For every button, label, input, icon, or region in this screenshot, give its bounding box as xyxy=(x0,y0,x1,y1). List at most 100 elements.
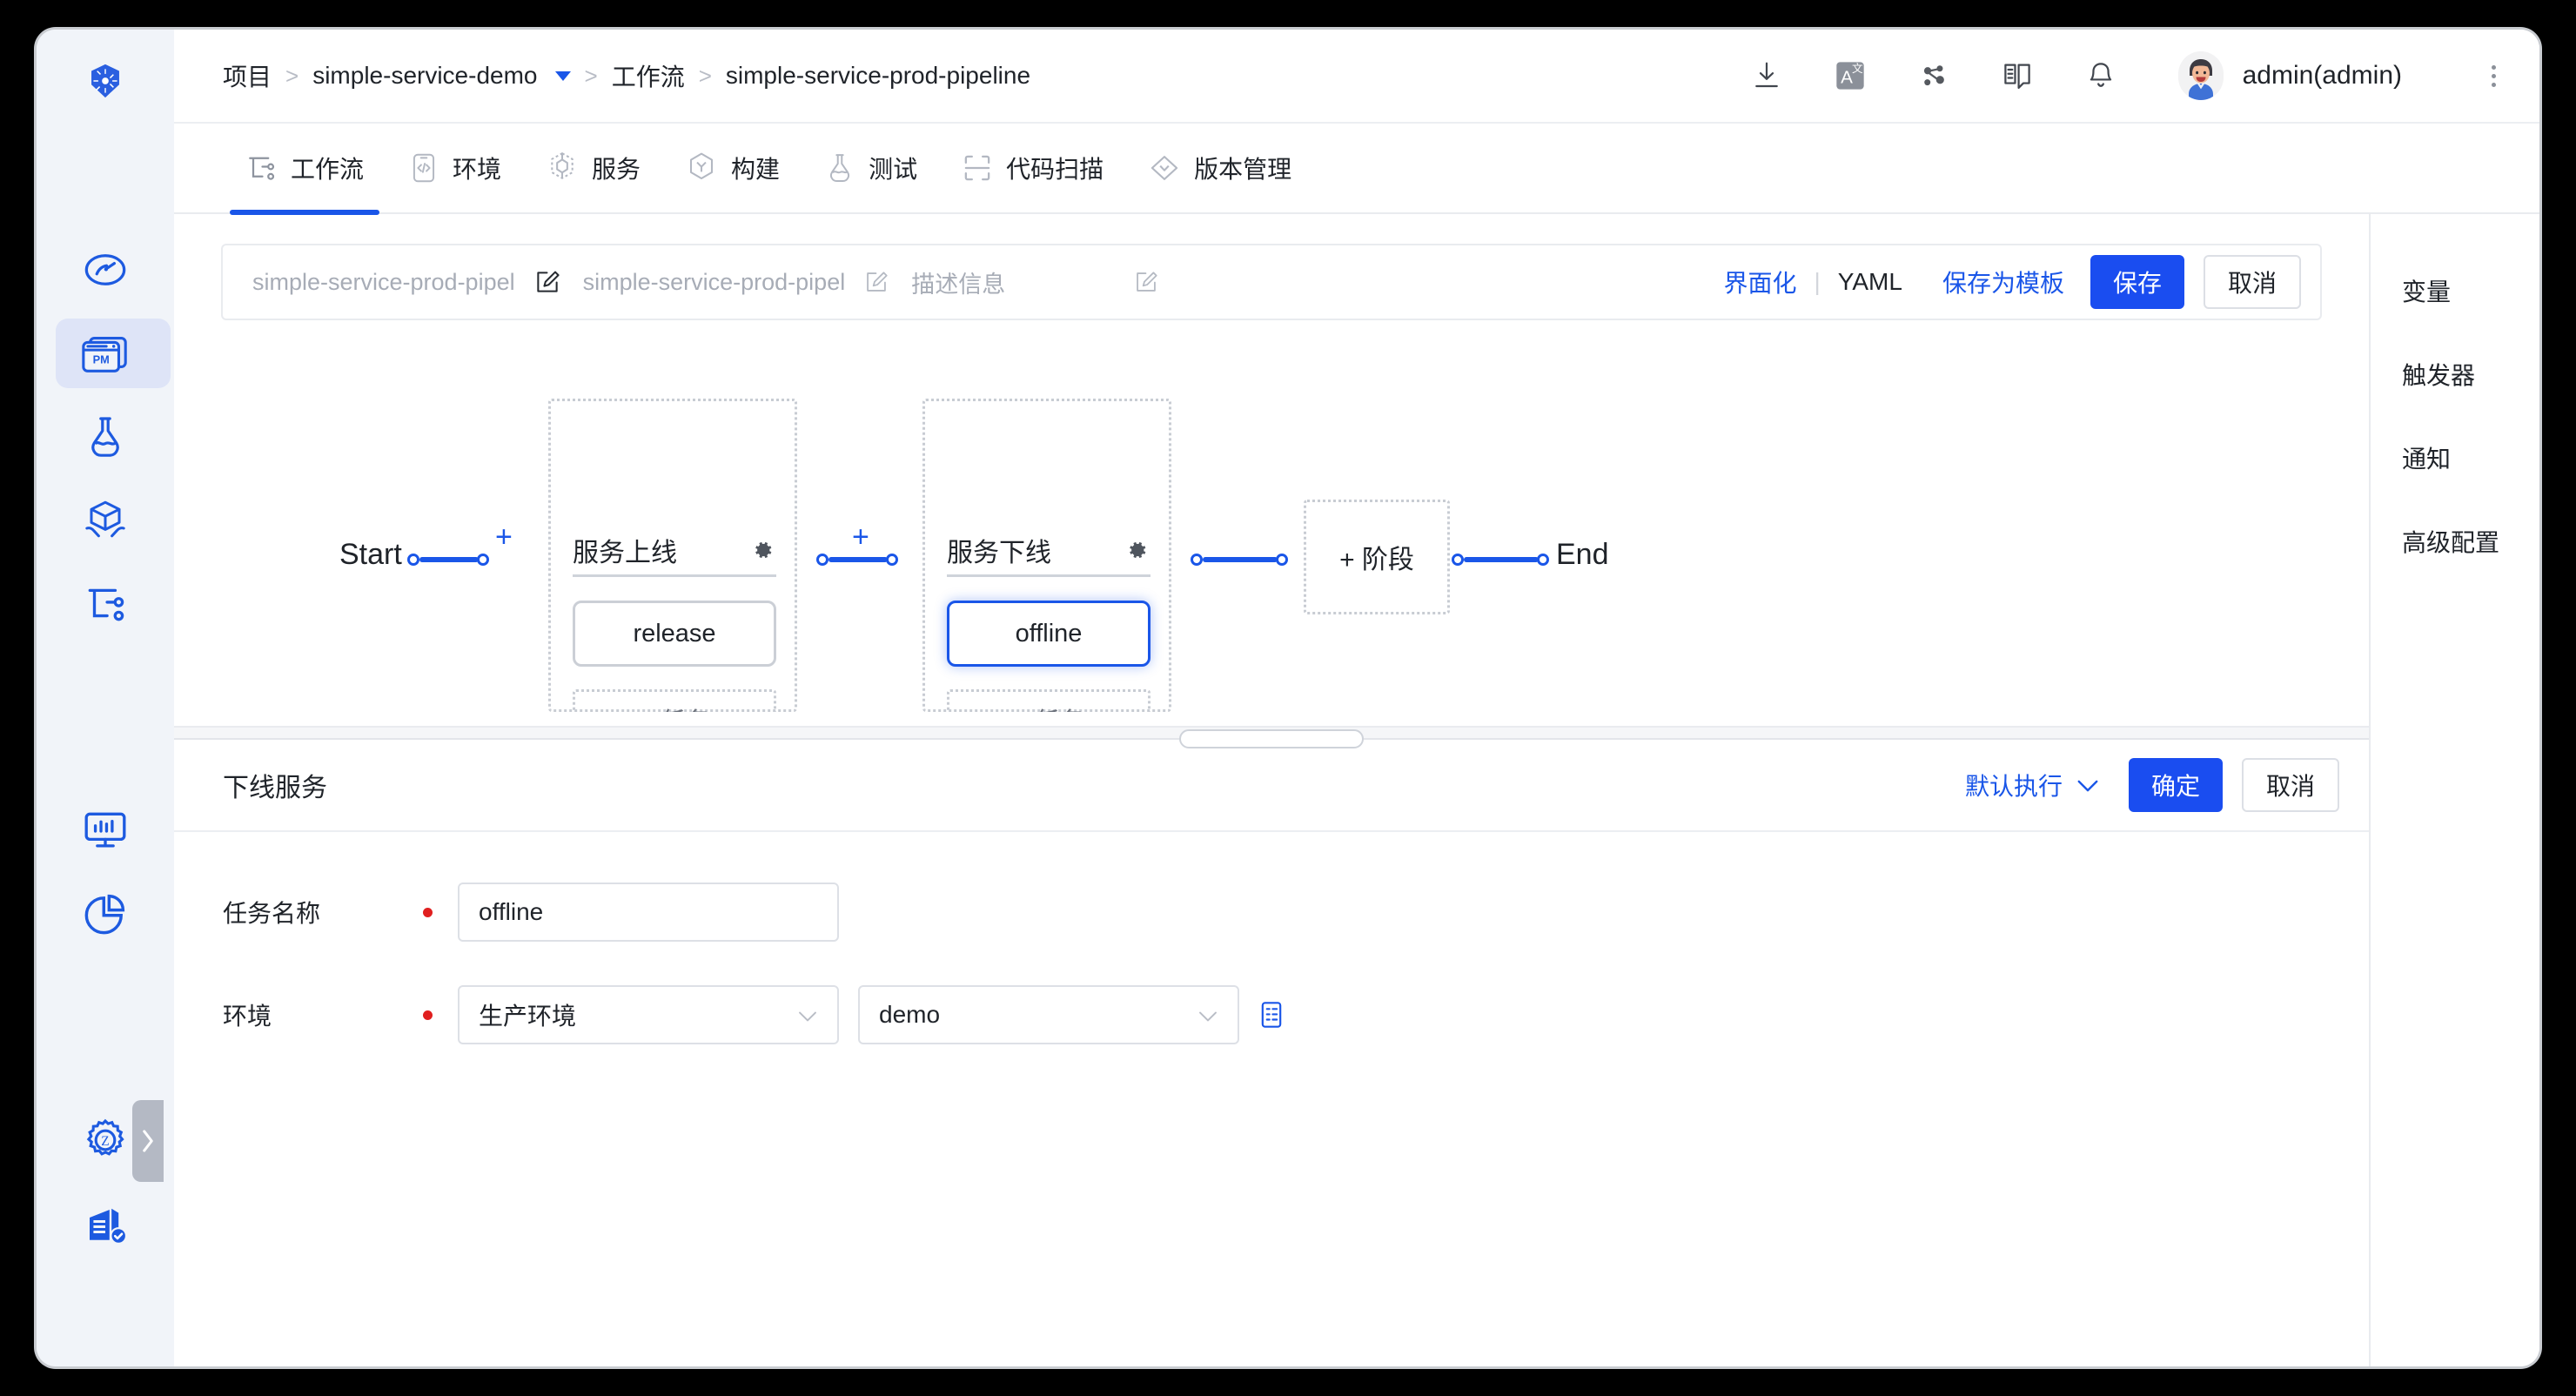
add-task-button-2[interactable]: + 任务 xyxy=(947,689,1150,712)
more-options-kebab-icon[interactable] xyxy=(2479,57,2508,94)
download-icon[interactable] xyxy=(1748,57,1785,94)
flow-port-end[interactable] xyxy=(1537,554,1549,566)
scan-frame-icon xyxy=(963,153,992,183)
breadcrumb-project[interactable]: simple-service-demo xyxy=(312,62,537,90)
gear-icon[interactable] xyxy=(750,538,775,562)
translate-language-icon[interactable]: A文 xyxy=(1832,57,1868,94)
tab-version-management[interactable]: 版本管理 xyxy=(1126,123,1314,213)
flow-end-node: End xyxy=(1556,538,1609,571)
monitor-chart-icon[interactable] xyxy=(37,789,174,872)
svg-text:文: 文 xyxy=(1852,63,1863,75)
flow-port-stage2-in[interactable] xyxy=(886,554,898,566)
project-management-pm-icon[interactable]: PM xyxy=(37,312,174,395)
package-delivery-icon[interactable] xyxy=(37,479,174,562)
chevron-down-icon xyxy=(2076,771,2099,799)
chevron-right-icon xyxy=(143,1130,153,1152)
code-brackets-icon xyxy=(409,152,439,184)
view-mode-yaml[interactable]: YAML xyxy=(1838,268,1902,296)
tab-version-management-label: 版本管理 xyxy=(1194,156,1292,183)
right-panel-advanced[interactable]: 高级配置 xyxy=(2371,501,2539,585)
edit-pencil-icon[interactable] xyxy=(534,269,560,295)
tab-code-scan[interactable]: 代码扫描 xyxy=(940,123,1126,213)
flow-port-stage1-out[interactable] xyxy=(816,554,828,566)
flow-port-stage1-in[interactable] xyxy=(477,554,489,566)
flow-edge-start-stage1 xyxy=(419,557,479,562)
edit-display-name-pencil-icon[interactable] xyxy=(864,270,889,294)
right-panel-variables[interactable]: 变量 xyxy=(2371,251,2539,334)
save-as-template-link[interactable]: 保存为模板 xyxy=(1942,265,2064,299)
workflow-tree-icon xyxy=(245,152,277,184)
add-stage-plus-2[interactable]: + xyxy=(852,520,869,554)
gear-icon[interactable] xyxy=(1124,538,1149,562)
rail-collapse-toggle[interactable] xyxy=(132,1100,164,1182)
tab-build[interactable]: 构建 xyxy=(663,123,802,213)
enterprise-verified-icon[interactable] xyxy=(37,1182,174,1265)
add-stage-plus-1[interactable]: + xyxy=(495,520,513,554)
task-detail-form: 任务名称 offline 环境 生产环境 demo xyxy=(174,832,2369,1366)
environment-label: 环境 xyxy=(223,1003,272,1030)
detail-cancel-button[interactable]: 取消 xyxy=(2241,758,2339,812)
tab-workflow[interactable]: 工作流 xyxy=(223,123,386,215)
pie-chart-icon[interactable] xyxy=(37,872,174,956)
dashboard-gauge-icon[interactable] xyxy=(37,228,174,312)
tab-environment[interactable]: 环境 xyxy=(386,123,524,213)
flow-edge-stage2-addstage xyxy=(1203,557,1278,562)
add-task-button-1[interactable]: + 任务 xyxy=(573,689,776,712)
chevron-down-icon[interactable] xyxy=(554,70,571,81)
pipeline-description-input[interactable]: 描述信息 xyxy=(911,265,1005,299)
pipeline-name-input[interactable]: simple-service-prod-pipel xyxy=(252,269,515,296)
form-row-task-name: 任务名称 offline xyxy=(174,883,2369,942)
panel-resize-bar xyxy=(174,726,2369,748)
confirm-button[interactable]: 确定 xyxy=(2128,758,2223,812)
breadcrumb-separator-3: > xyxy=(698,62,712,89)
view-mode-ui[interactable]: 界面化 xyxy=(1723,265,1796,299)
left-icon-rail: PM Z xyxy=(37,30,174,1366)
build-hexagon-icon xyxy=(686,151,717,185)
tab-test[interactable]: 测试 xyxy=(802,123,940,213)
form-row-environment: 环境 生产环境 demo xyxy=(174,985,2369,1044)
environment-service-select[interactable]: demo xyxy=(858,985,1239,1044)
save-button[interactable]: 保存 xyxy=(2090,255,2184,309)
right-panel-notifications[interactable]: 通知 xyxy=(2371,418,2539,501)
stage-header-2: 服务下线 xyxy=(947,531,1149,569)
flow-port-stage2-out[interactable] xyxy=(1191,554,1203,566)
execution-mode-label: 默认执行 xyxy=(1964,773,2063,800)
task-name-input[interactable]: offline xyxy=(458,883,839,942)
task-chip-offline[interactable]: offline xyxy=(947,601,1150,667)
user-avatar xyxy=(2177,51,2224,100)
bell-notification-icon[interactable] xyxy=(2083,57,2119,94)
flow-port-addstage-in[interactable] xyxy=(1276,554,1288,566)
docs-book-icon[interactable] xyxy=(1999,57,2036,94)
header-actions: A文 admin(admin) xyxy=(1748,51,2508,100)
execution-mode-dropdown[interactable]: 默认执行 xyxy=(1965,768,2099,802)
environment-select[interactable]: 生产环境 xyxy=(458,985,839,1044)
task-chip-release[interactable]: release xyxy=(573,601,776,667)
tab-build-label: 构建 xyxy=(731,156,781,183)
breadcrumb-root[interactable]: 项目 xyxy=(223,58,272,93)
service-list-icon[interactable] xyxy=(1258,1001,1285,1029)
flow-edge-addstage-end xyxy=(1464,557,1539,562)
cancel-button[interactable]: 取消 xyxy=(2203,255,2301,309)
svg-text:A: A xyxy=(1841,67,1853,87)
flow-port-addstage-out[interactable] xyxy=(1452,554,1464,566)
flow-start-port[interactable] xyxy=(407,554,419,566)
breadcrumb: 项目 > simple-service-demo > 工作流 > simple-… xyxy=(223,58,1030,93)
flask-test-icon[interactable] xyxy=(37,395,174,479)
workflow-tree-icon[interactable] xyxy=(37,562,174,646)
pipeline-display-name-input[interactable]: simple-service-prod-pipel xyxy=(583,269,846,296)
stage-header-1: 服务上线 xyxy=(573,531,775,569)
add-stage-button[interactable]: + 阶段 xyxy=(1304,500,1450,614)
user-menu[interactable]: admin(admin) xyxy=(2177,51,2402,100)
share-nodes-icon[interactable] xyxy=(1915,57,1952,94)
view-mode-toggle: 界面化 | YAML xyxy=(1723,265,1902,299)
kubernetes-logo-icon[interactable] xyxy=(37,30,174,132)
stage-title-1: 服务上线 xyxy=(573,539,677,567)
required-indicator xyxy=(423,907,458,917)
breadcrumb-section[interactable]: 工作流 xyxy=(612,58,685,93)
tab-service[interactable]: 服务 xyxy=(524,123,663,213)
view-mode-divider: | xyxy=(1814,268,1821,295)
chevron-down-icon xyxy=(797,1002,818,1029)
right-panel-triggers[interactable]: 触发器 xyxy=(2371,334,2539,418)
panel-resize-handle[interactable] xyxy=(1179,729,1364,748)
edit-description-pencil-icon[interactable] xyxy=(1134,270,1158,294)
